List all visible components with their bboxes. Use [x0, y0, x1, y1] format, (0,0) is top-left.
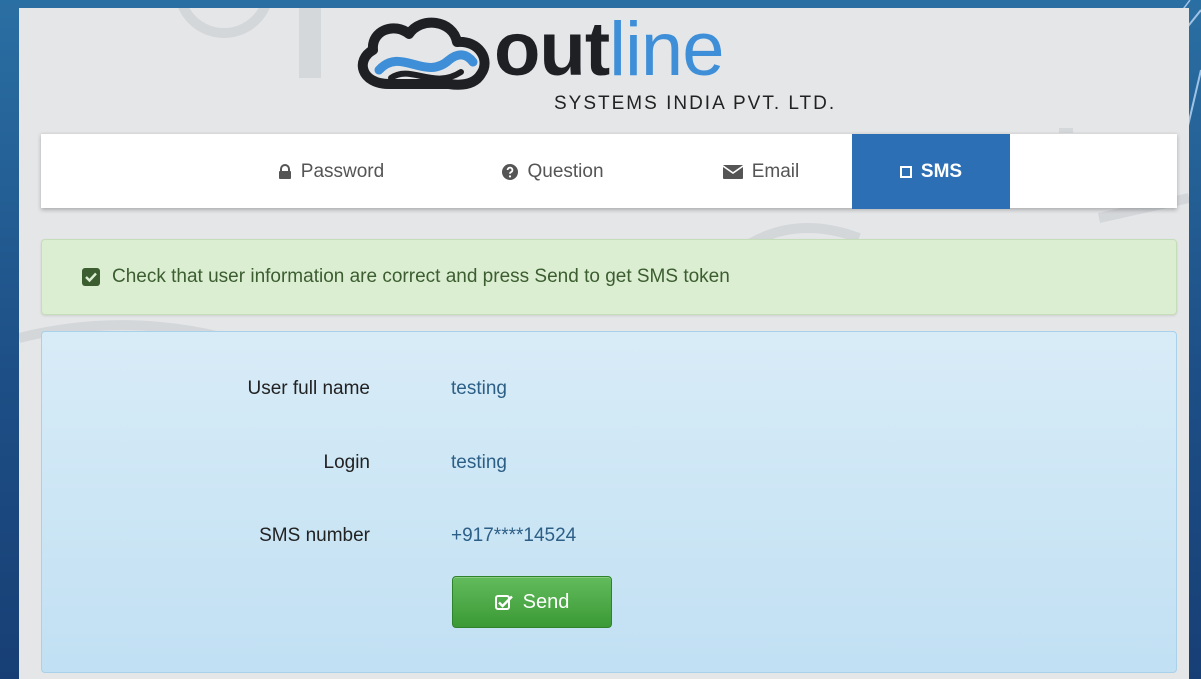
brand-name-part2: line	[609, 8, 724, 92]
sms-number-label: SMS number	[259, 525, 370, 546]
user-info-card: User full name testing Login testing SMS…	[41, 331, 1177, 673]
login-value: testing	[451, 452, 507, 473]
tab-password[interactable]: Password	[231, 134, 431, 209]
brand-name-part1: out	[494, 8, 610, 92]
brand-name: outline	[494, 8, 724, 92]
check-square-icon	[82, 268, 100, 286]
question-circle-icon	[502, 163, 519, 180]
company-logo: outline SYSTEMS INDIA PVT. LTD.	[349, 10, 909, 120]
reset-panel: outline SYSTEMS INDIA PVT. LTD. Password…	[19, 8, 1189, 679]
tab-label: Question	[527, 160, 604, 182]
info-alert: Check that user information are correct …	[41, 239, 1177, 315]
tab-label: Email	[751, 160, 800, 182]
send-button[interactable]: Send	[452, 576, 612, 628]
sms-number-value: +917****14524	[451, 525, 577, 546]
lock-icon	[278, 163, 292, 180]
alert-message: Check that user information are correct …	[112, 266, 730, 287]
user-full-name-value: testing	[451, 378, 507, 399]
user-full-name-label: User full name	[247, 378, 371, 399]
tab-sms[interactable]: SMS	[852, 134, 1010, 209]
reset-method-tabs: Password Question Email SMS	[41, 133, 1177, 209]
login-label: Login	[323, 452, 371, 473]
brand-subtitle: SYSTEMS INDIA PVT. LTD.	[554, 93, 837, 114]
cloud-logo-icon	[357, 17, 490, 90]
send-label: Send	[522, 590, 570, 613]
tab-label: SMS	[920, 160, 963, 182]
mobile-icon	[899, 165, 912, 178]
tab-label: Password	[300, 160, 385, 182]
tab-question[interactable]: Question	[453, 134, 653, 209]
envelope-icon	[722, 164, 743, 179]
edit-check-icon	[494, 594, 514, 610]
tab-email[interactable]: Email	[675, 134, 847, 209]
